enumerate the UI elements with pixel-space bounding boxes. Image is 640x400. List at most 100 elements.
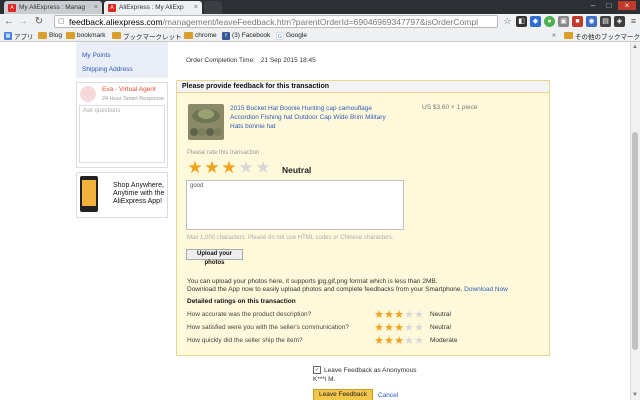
anonymous-checkbox[interactable]: ✓ — [313, 366, 321, 374]
order-completion-value: 21 Sep 2015 18:45 — [260, 57, 316, 64]
star-filled-icon[interactable]: ★ — [384, 323, 394, 334]
detail-question: How accurate was the product description… — [187, 311, 312, 318]
star-filled-icon[interactable]: ★ — [394, 323, 404, 334]
aliexpress-favicon-icon: A — [108, 3, 116, 12]
star-filled-icon[interactable]: ★ — [384, 310, 394, 321]
username: K***i M. — [313, 376, 336, 383]
forward-icon[interactable]: → — [17, 15, 29, 28]
aliexpress-favicon-icon: A — [8, 3, 16, 12]
detail-verdict: Neutral — [430, 311, 451, 318]
product-price: US $3.60 × 1 piece — [422, 104, 478, 111]
star-filled-icon[interactable]: ★ — [384, 336, 394, 347]
bookmark-blog[interactable]: Blog — [38, 31, 62, 40]
reload-icon[interactable]: ↻ — [33, 15, 45, 28]
nav-shipping-address[interactable]: Shipping Address — [82, 66, 133, 73]
star-empty-icon[interactable]: ★ — [414, 336, 424, 347]
new-tab-button[interactable] — [204, 1, 222, 14]
leave-feedback-button[interactable]: Leave Feedback — [313, 389, 373, 400]
extension-icon[interactable]: ■ — [572, 16, 583, 27]
bookmark-facebook[interactable]: f (3) Facebook — [222, 31, 270, 40]
agent-avatar — [80, 86, 96, 102]
folder-icon — [38, 32, 47, 39]
minimize-icon[interactable]: – — [586, 1, 600, 10]
upload-info: You can upload your photos here, it supp… — [187, 278, 508, 294]
star-filled-icon[interactable]: ★ — [204, 159, 220, 176]
star-filled-icon[interactable]: ★ — [374, 323, 384, 334]
tab-my-aliexpress[interactable]: A My AliExpress : Manag × — [4, 1, 102, 14]
agent-name: Eva - Virtual Agent — [102, 86, 156, 93]
cancel-link[interactable]: Cancel — [378, 392, 398, 399]
bookmark-label: Blog — [49, 32, 63, 39]
extension-icon[interactable]: ▣ — [558, 16, 569, 27]
menu-icon[interactable]: ≡ — [628, 16, 639, 27]
nav-my-points[interactable]: My Points — [82, 52, 111, 59]
extension-icon[interactable]: ◆ — [530, 16, 541, 27]
agent-subtitle: 24 Hour Smart Response — [102, 96, 165, 102]
star-empty-icon[interactable]: ★ — [238, 159, 254, 176]
product-thumbnail[interactable] — [188, 104, 224, 140]
order-completion-label: Order Completion Time: — [186, 57, 255, 64]
bookmark-star-icon[interactable]: ☆ — [502, 16, 513, 27]
extension-icon[interactable]: ◧ — [516, 16, 527, 27]
bookmark-other[interactable]: その他のブックマーク — [564, 31, 640, 41]
transaction-rating[interactable]: ★ ★ ★ ★ ★ — [187, 159, 272, 176]
star-empty-icon[interactable]: ★ — [404, 323, 414, 334]
page-content: My Points Shipping Address Eva - Virtual… — [0, 42, 630, 400]
phone-screen — [82, 180, 96, 206]
scrollbar-thumb[interactable] — [632, 132, 638, 350]
download-now-link[interactable]: Download Now — [464, 286, 508, 293]
upload-photos-button[interactable]: Upload your photos — [186, 249, 243, 266]
star-empty-icon[interactable]: ★ — [255, 159, 271, 176]
facebook-icon: f — [222, 31, 230, 40]
hat-image — [190, 109, 222, 136]
scroll-down-icon[interactable]: ▼ — [631, 391, 639, 399]
tab-aliexpress-feedback[interactable]: A AliExpress : My AliExp × — [104, 1, 202, 14]
upload-info-line: You can upload your photos here, it supp… — [187, 278, 438, 285]
extension-icon[interactable]: ▤ — [600, 16, 611, 27]
star-empty-icon[interactable]: ★ — [414, 310, 424, 321]
star-filled-icon[interactable]: ★ — [394, 310, 404, 321]
star-filled-icon[interactable]: ★ — [187, 159, 203, 176]
bookmark-chrome[interactable]: chrome — [184, 31, 217, 40]
bookmark-bookmarklet[interactable]: ブックマークレット — [112, 31, 182, 41]
extension-icon[interactable]: ● — [544, 16, 555, 27]
ask-questions-input[interactable]: Ask questions — [79, 105, 165, 163]
anonymous-option[interactable]: ✓ Leave Feedback as Anonymous — [313, 366, 417, 374]
rating-text: Neutral — [282, 165, 312, 175]
extension-icon[interactable]: ◈ — [614, 16, 625, 27]
star-filled-icon[interactable]: ★ — [221, 159, 237, 176]
detail-rating[interactable]: ★ ★ ★ ★ ★ — [374, 310, 424, 321]
scroll-up-icon[interactable]: ▲ — [631, 43, 639, 51]
star-empty-icon[interactable]: ★ — [414, 323, 424, 334]
star-filled-icon[interactable]: ★ — [374, 336, 384, 347]
product-title[interactable]: 2015 Bucket Hat Boonie Hunting cap camou… — [230, 104, 400, 131]
bookmark-google[interactable]: G Google — [276, 31, 307, 40]
detail-rating[interactable]: ★ ★ ★ ★ ★ — [374, 323, 424, 334]
bookmark-apps[interactable]: ▦ アプリ — [4, 31, 34, 41]
folder-icon — [184, 32, 193, 39]
star-empty-icon[interactable]: ★ — [404, 336, 414, 347]
close-window-icon[interactable]: × — [618, 1, 636, 10]
anonymous-label: Leave Feedback as Anonymous — [324, 366, 417, 374]
bookmark-label: bookmark — [77, 32, 106, 39]
close-tab-icon[interactable]: × — [91, 4, 98, 11]
bookmarks-overflow-icon[interactable]: » — [552, 31, 556, 40]
max-chars-note: Max 1,000 characters. Please do not use … — [187, 235, 394, 241]
detail-question: How quickly did the seller ship the item… — [187, 337, 303, 344]
upload-info-line: Download the App now to easily upload ph… — [187, 286, 508, 293]
tab-label: My AliExpress : Manag — [19, 4, 86, 11]
bookmark-label: chrome — [195, 32, 217, 39]
back-icon[interactable]: ← — [3, 15, 15, 28]
bookmark-bookmark[interactable]: bookmark — [66, 31, 106, 40]
star-filled-icon[interactable]: ★ — [374, 310, 384, 321]
maximize-icon[interactable]: □ — [602, 1, 616, 10]
bookmark-label: (3) Facebook — [232, 32, 271, 39]
extension-icon[interactable]: ◉ — [586, 16, 597, 27]
close-tab-icon[interactable]: × — [191, 4, 198, 11]
address-bar[interactable]: ▢ feedback.aliexpress.com /management/le… — [54, 15, 498, 28]
star-filled-icon[interactable]: ★ — [394, 336, 404, 347]
detail-rating[interactable]: ★ ★ ★ ★ ★ — [374, 336, 424, 347]
detail-question: How satisfied were you with the seller's… — [187, 324, 350, 331]
feedback-comment-input[interactable]: good — [186, 180, 404, 230]
star-empty-icon[interactable]: ★ — [404, 310, 414, 321]
